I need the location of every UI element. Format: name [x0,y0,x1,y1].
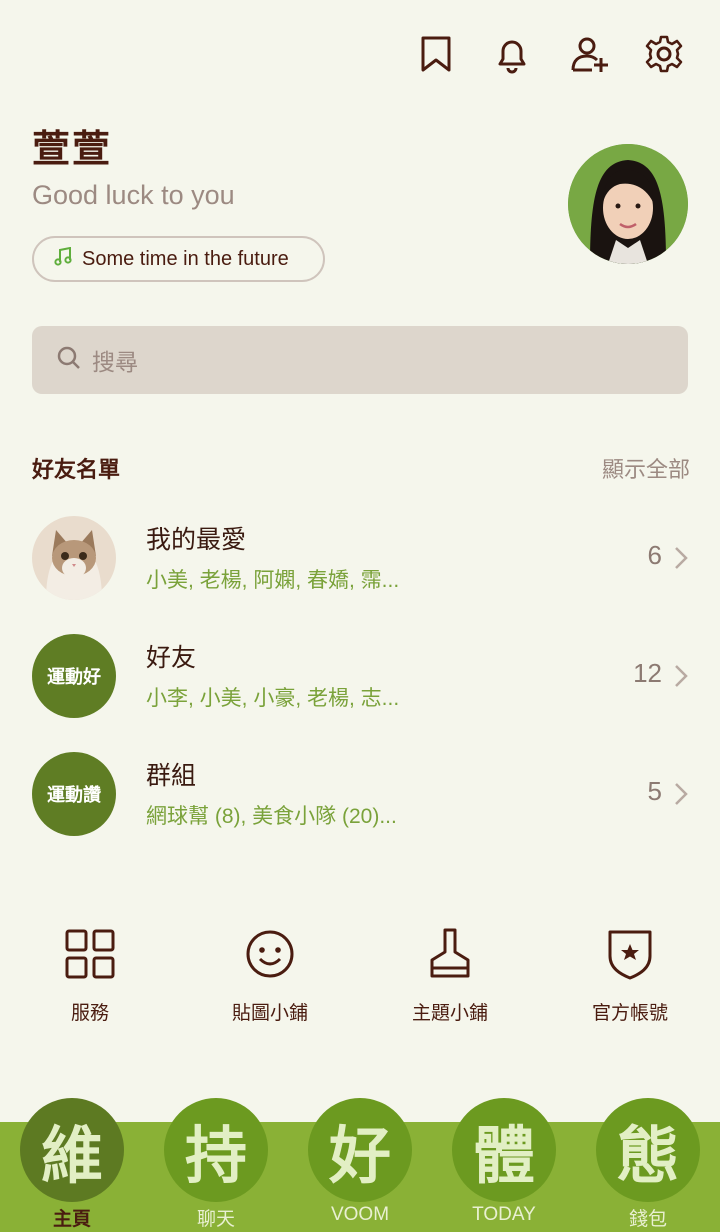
tab-label: VOOM [330,1204,390,1225]
shield-star-icon [608,930,652,980]
tab-label: 主頁 [52,1209,91,1230]
profile-avatar[interactable] [568,144,688,264]
bookmark-icon[interactable] [416,34,456,74]
tab-glyph: 維 [20,1098,124,1202]
service-label: 貼圖小鋪 [231,1002,308,1024]
bell-icon[interactable] [492,34,532,74]
row-members: 小李, 小美, 小豪, 老楊, 志... [146,687,400,710]
sticker-shop-button[interactable]: 貼圖小鋪 [210,926,330,1025]
row-count: 6 [647,540,662,570]
row-count: 5 [647,776,662,806]
service-label: 服務 [70,1002,109,1024]
tab-glyph: 體 [452,1098,556,1202]
official-accounts-button[interactable]: 官方帳號 [570,926,690,1025]
tab-voom[interactable]: 好 VOOM [308,1098,412,1232]
search-icon [56,345,82,375]
row-title: 群組 [146,761,197,790]
services-button[interactable]: 服務 [30,926,150,1025]
add-friend-icon[interactable] [570,34,610,74]
friends-section-title: 好友名單 [32,458,121,483]
tab-today[interactable]: 體 TODAY [452,1098,556,1232]
gear-icon[interactable] [644,34,684,74]
tab-chats[interactable]: 持 聊天 [164,1098,268,1232]
chevron-right-icon [675,665,688,687]
row-title: 我的最愛 [146,525,247,554]
groups-row[interactable]: 運動讚 群組 網球幫 (8), 美食小隊 (20)... 5 [32,752,692,838]
tab-home[interactable]: 維 主頁 [20,1098,124,1232]
groups-badge: 運動讚 [32,752,116,836]
grid-icon [65,929,115,979]
status-message[interactable]: Good luck to you [32,180,235,211]
chevron-right-icon [675,783,688,805]
row-count: 12 [633,658,662,688]
service-label: 官方帳號 [591,1002,668,1024]
friends-badge: 運動好 [32,634,116,718]
music-title: Some time in the future [82,247,289,270]
tab-wallet[interactable]: 態 錢包 [596,1098,700,1232]
tab-label: 聊天 [196,1209,235,1230]
tab-glyph: 態 [596,1098,700,1202]
tab-label: 錢包 [628,1209,667,1230]
chevron-right-icon [675,547,688,569]
theme-shop-button[interactable]: 主題小鋪 [390,926,510,1025]
show-all-link[interactable]: 顯示全部 [602,452,690,484]
row-members: 網球幫 (8), 美食小隊 (20)... [146,805,397,828]
row-title: 好友 [146,643,197,672]
tab-glyph: 持 [164,1098,268,1202]
brush-icon [430,928,470,978]
profile-music-button[interactable]: Some time in the future [32,236,325,282]
friends-row[interactable]: 運動好 好友 小李, 小美, 小豪, 老楊, 志... 12 [32,634,692,720]
search-placeholder: 搜尋 [92,350,138,376]
search-bar[interactable]: 搜尋 [32,326,688,394]
favorites-row[interactable]: 我的最愛 小美, 老楊, 阿嫻, 春嬌, 霈... 6 [32,516,692,602]
tab-label: TODAY [472,1204,536,1225]
profile-name[interactable]: 萱萱 [32,118,112,173]
row-members: 小美, 老楊, 阿嫻, 春嬌, 霈... [146,569,400,592]
service-label: 主題小鋪 [411,1002,488,1024]
cat-avatar [32,516,116,600]
smiley-icon [246,930,294,978]
music-note-icon [54,246,72,271]
tab-glyph: 好 [308,1098,412,1202]
